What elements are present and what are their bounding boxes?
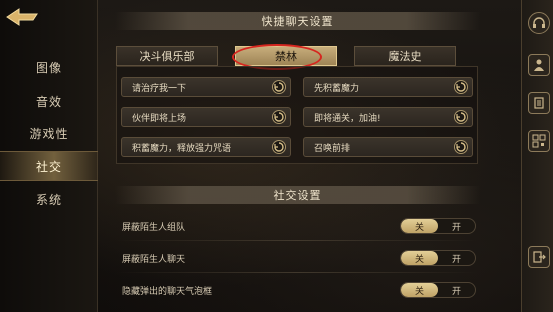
- sidebar-item-gameplay[interactable]: 游戏性: [0, 118, 98, 148]
- quick-phrase-panel: 请治疗我一下 先积蓄魔力 伙伴即将上场 即将通关，加油! 积蓄魔力，释放强力咒语…: [116, 66, 478, 164]
- quick-chat-tabs: 决斗俱乐部 禁林 魔法史: [116, 46, 478, 66]
- section-title: 快捷聊天设置: [261, 15, 334, 28]
- edit-phrase-icon[interactable]: [454, 140, 468, 154]
- social-settings-header: 社交设置: [115, 186, 480, 204]
- edit-phrase-icon[interactable]: [272, 80, 286, 94]
- tab-duel-club[interactable]: 决斗俱乐部: [116, 46, 218, 66]
- sidebar-item-graphics[interactable]: 图像: [0, 52, 98, 82]
- right-toolbar: [521, 0, 553, 312]
- toggle-off-option[interactable]: 关: [401, 283, 438, 297]
- character-icon[interactable]: [528, 54, 550, 76]
- toggle-on-option[interactable]: 开: [438, 251, 475, 265]
- phrase-text: 积蓄魔力，释放强力咒语: [132, 143, 232, 154]
- exit-icon[interactable]: [528, 246, 550, 268]
- quick-phrase-item[interactable]: 召唤前排: [303, 137, 473, 157]
- edit-phrase-icon[interactable]: [454, 80, 468, 94]
- quick-phrase-item[interactable]: 请治疗我一下: [121, 77, 291, 97]
- tab-label: 魔法史: [388, 50, 422, 63]
- setting-label: 屏蔽陌生人组队: [122, 222, 186, 233]
- sidebar-item-audio[interactable]: 音效: [0, 86, 98, 116]
- phrase-text: 召唤前排: [314, 143, 351, 154]
- toggle-switch[interactable]: 关 开: [400, 282, 476, 298]
- toggle-on-option[interactable]: 开: [438, 283, 475, 297]
- quick-phrase-item[interactable]: 先积蓄魔力: [303, 77, 473, 97]
- quick-chat-header: 快捷聊天设置: [115, 12, 480, 30]
- divider: [116, 240, 478, 241]
- toggle-off-option[interactable]: 关: [401, 219, 438, 233]
- sidebar-item-label: 系统: [35, 192, 62, 207]
- sidebar-item-system[interactable]: 系统: [0, 184, 98, 214]
- phrase-text: 即将通关，加油!: [314, 113, 381, 124]
- edit-phrase-icon[interactable]: [272, 110, 286, 124]
- toggle-switch[interactable]: 关 开: [400, 250, 476, 266]
- sidebar-item-label: 音效: [35, 94, 62, 109]
- toggle-off-option[interactable]: 关: [401, 251, 438, 265]
- sidebar-item-label: 图像: [35, 60, 62, 75]
- back-button[interactable]: [4, 6, 40, 28]
- scroll-icon[interactable]: [528, 92, 550, 114]
- tab-history-of-magic[interactable]: 魔法史: [354, 46, 456, 66]
- phrase-text: 请治疗我一下: [132, 83, 187, 94]
- phrase-text: 伙伴即将上场: [132, 113, 187, 124]
- quick-phrase-item[interactable]: 即将通关，加油!: [303, 107, 473, 127]
- quick-phrase-item[interactable]: 积蓄魔力，释放强力咒语: [121, 137, 291, 157]
- sidebar-item-label: 游戏性: [29, 126, 69, 141]
- tab-forbidden-forest[interactable]: 禁林: [235, 46, 337, 66]
- toggle-switch[interactable]: 关 开: [400, 218, 476, 234]
- section-title: 社交设置: [273, 189, 322, 202]
- setting-label: 隐藏弹出的聊天气泡框: [122, 286, 213, 297]
- setting-row-block-stranger-team: 屏蔽陌生人组队 关 开: [116, 216, 478, 236]
- tab-label: 禁林: [275, 50, 297, 63]
- divider: [116, 272, 478, 273]
- setting-row-hide-chat-bubble: 隐藏弹出的聊天气泡框 关 开: [116, 280, 478, 300]
- edit-phrase-icon[interactable]: [454, 110, 468, 124]
- sidebar-item-social[interactable]: 社交: [0, 151, 98, 181]
- setting-row-block-stranger-chat: 屏蔽陌生人聊天 关 开: [116, 248, 478, 268]
- quick-phrase-item[interactable]: 伙伴即将上场: [121, 107, 291, 127]
- sidebar-item-label: 社交: [35, 159, 62, 174]
- setting-label: 屏蔽陌生人聊天: [122, 254, 186, 265]
- toggle-on-option[interactable]: 开: [438, 219, 475, 233]
- headset-icon[interactable]: [528, 12, 550, 34]
- tab-label: 决斗俱乐部: [139, 50, 195, 63]
- back-arrow-icon: [6, 8, 38, 26]
- phrase-text: 先积蓄魔力: [314, 83, 360, 94]
- settings-sidebar: 图像 音效 游戏性 社交 系统: [0, 0, 98, 312]
- edit-phrase-icon[interactable]: [272, 140, 286, 154]
- qr-code-icon[interactable]: [528, 130, 550, 152]
